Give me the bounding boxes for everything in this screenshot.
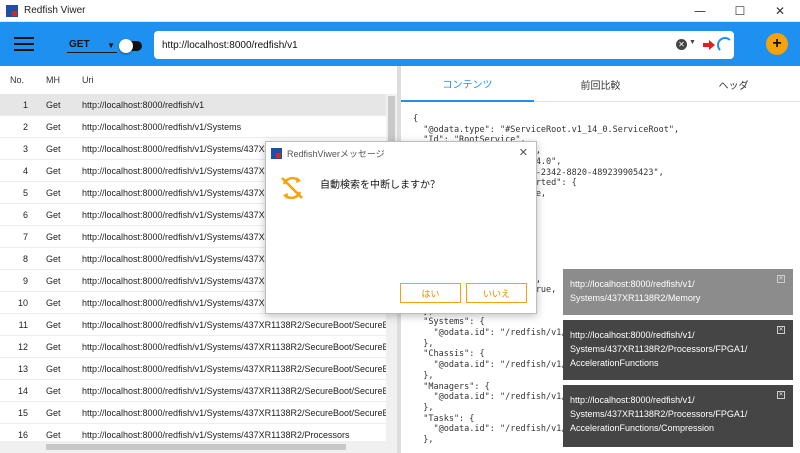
yes-button[interactable]: はい <box>400 283 461 303</box>
cell-mh: Get <box>46 166 61 176</box>
cell-mh: Get <box>46 254 61 264</box>
send-icon[interactable] <box>702 38 716 52</box>
cell-mh: Get <box>46 430 61 440</box>
notification-toast: http://localhost:8000/redfish/v1/ System… <box>563 269 793 315</box>
cell-mh: Get <box>46 408 61 418</box>
method-value: GET <box>69 39 90 50</box>
cell-mh: Get <box>46 386 61 396</box>
cell-uri: http://localhost:8000/redfish/v1/Systems… <box>82 386 386 396</box>
toast-text: http://localhost:8000/redfish/v1/ System… <box>570 330 748 368</box>
tab-headers[interactable]: ヘッダ <box>667 66 800 102</box>
cell-mh: Get <box>46 144 61 154</box>
table-row[interactable]: 13 Get http://localhost:8000/redfish/v1/Sy… <box>0 358 386 380</box>
minimize-button[interactable]: — <box>680 0 720 22</box>
notification-toast: http://localhost:8000/redfish/v1/ System… <box>563 320 793 380</box>
cell-no: 3 <box>22 144 28 154</box>
cell-mh: Get <box>46 342 61 352</box>
cell-mh: Get <box>46 276 61 286</box>
table-row[interactable]: 14 Get http://localhost:8000/redfish/v1/Sy… <box>0 380 386 402</box>
cell-no: 7 <box>22 232 28 242</box>
url-input[interactable] <box>162 37 662 53</box>
cell-no: 14 <box>17 386 28 396</box>
cell-mh: Get <box>46 298 61 308</box>
cell-uri: http://localhost:8000/redfish/v1/Systems… <box>82 408 386 418</box>
close-icon[interactable]: ✕ <box>777 326 785 334</box>
toast-text: http://localhost:8000/redfish/v1/ System… <box>570 279 701 303</box>
auto-search-toggle[interactable] <box>119 39 142 53</box>
window-controls: — ☐ ✕ <box>680 0 800 22</box>
add-button[interactable]: + <box>766 33 788 55</box>
header-uri[interactable]: Uri <box>82 75 94 85</box>
cell-no: 10 <box>17 298 28 308</box>
dialog-close-icon[interactable]: ✕ <box>519 146 528 159</box>
cell-no: 4 <box>22 166 28 176</box>
cell-mh: Get <box>46 100 61 110</box>
cell-mh: Get <box>46 320 61 330</box>
url-bar: ✕ ▼ <box>154 31 734 59</box>
dialog-title: RedfishViwerメッセージ <box>287 148 385 159</box>
loading-icon <box>717 37 733 53</box>
cell-no: 9 <box>22 276 28 286</box>
toast-text: http://localhost:8000/redfish/v1/ System… <box>570 395 748 433</box>
toggle-knob <box>119 39 133 53</box>
notification-toast: http://localhost:8000/redfish/v1/ System… <box>563 385 793 447</box>
header-no[interactable]: No. <box>10 75 24 85</box>
cell-no: 6 <box>22 210 28 220</box>
cell-no: 2 <box>22 122 28 132</box>
window-title: Redfish Viwer <box>24 5 86 16</box>
table-row[interactable]: 1 Get http://localhost:8000/redfish/v1 <box>0 94 386 116</box>
tab-bar: コンテンツ 前回比較 ヘッダ <box>401 66 800 102</box>
maximize-button[interactable]: ☐ <box>720 0 760 22</box>
table-row[interactable]: 2 Get http://localhost:8000/redfish/v1/Sys… <box>0 116 386 138</box>
table-row[interactable]: 15 Get http://localhost:8000/redfish/v1/Sy… <box>0 402 386 424</box>
app-icon <box>6 4 18 17</box>
cell-uri: http://localhost:8000/redfish/v1 <box>82 100 205 110</box>
close-button[interactable]: ✕ <box>760 0 800 22</box>
cell-uri: http://localhost:8000/redfish/v1/Systems… <box>82 320 386 330</box>
sync-off-icon <box>281 176 303 200</box>
chevron-down-icon: ▼ <box>107 41 115 50</box>
dialog-title-bar: RedfishViwerメッセージ <box>266 142 536 164</box>
cell-no: 12 <box>17 342 28 352</box>
table-header: No. MH Uri <box>0 66 397 94</box>
cell-no: 1 <box>22 100 28 110</box>
cell-mh: Get <box>46 232 61 242</box>
cell-uri: http://localhost:8000/redfish/v1/Systems… <box>82 430 350 440</box>
dialog-message: 自動検索を中断しますか？ <box>320 180 440 191</box>
menu-icon[interactable] <box>14 37 34 51</box>
app-icon <box>271 147 282 159</box>
horizontal-scrollbar[interactable] <box>0 441 397 453</box>
clear-icon[interactable]: ✕ <box>676 39 687 50</box>
cell-mh: Get <box>46 188 61 198</box>
confirm-dialog: RedfishViwerメッセージ ✕ 自動検索を中断しますか？ はい いいえ <box>265 141 537 314</box>
header-mh[interactable]: MH <box>46 75 60 85</box>
cell-no: 8 <box>22 254 28 264</box>
close-icon[interactable]: ✕ <box>777 391 785 399</box>
title-bar: Redfish Viwer — ☐ ✕ <box>0 0 800 22</box>
close-icon[interactable]: ✕ <box>777 275 785 283</box>
cell-no: 15 <box>17 408 28 418</box>
cell-no: 16 <box>17 430 28 440</box>
scrollbar-thumb[interactable] <box>46 444 346 450</box>
tab-contents[interactable]: コンテンツ <box>401 66 534 102</box>
history-dropdown-icon[interactable]: ▼ <box>689 39 696 46</box>
method-select[interactable]: GET ▼ <box>67 37 117 53</box>
cell-uri: http://localhost:8000/redfish/v1/Systems… <box>82 364 386 374</box>
cell-no: 11 <box>18 320 28 330</box>
cell-mh: Get <box>46 122 61 132</box>
cell-mh: Get <box>46 210 61 220</box>
cell-uri: http://localhost:8000/redfish/v1/Systems… <box>82 342 386 352</box>
no-button[interactable]: いいえ <box>466 283 527 303</box>
cell-uri: http://localhost:8000/redfish/v1/Systems <box>82 122 242 132</box>
table-row[interactable]: 12 Get http://localhost:8000/redfish/v1/Sy… <box>0 336 386 358</box>
table-row[interactable]: 11 Get http://localhost:8000/redfish/v1/Sy… <box>0 314 386 336</box>
cell-mh: Get <box>46 364 61 374</box>
cell-no: 13 <box>17 364 28 374</box>
cell-no: 5 <box>22 188 28 198</box>
tab-diff[interactable]: 前回比較 <box>534 66 667 102</box>
